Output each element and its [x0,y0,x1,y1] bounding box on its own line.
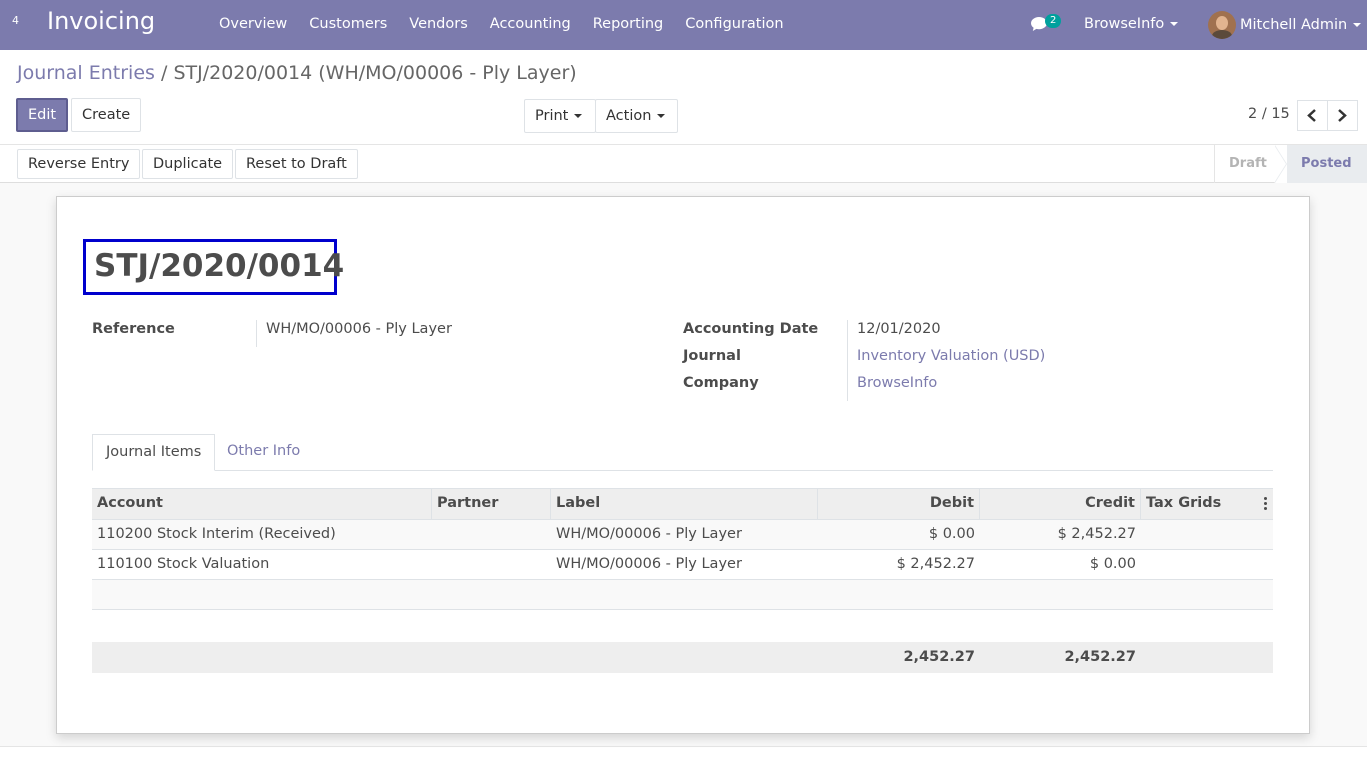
breadcrumb-journal-entries[interactable]: Journal Entries [17,62,155,84]
accounting-date-value: 12/01/2020 [857,321,941,337]
menu-customers[interactable]: Customers [298,0,398,50]
form-sheet: STJ/2020/0014 Reference WH/MO/00006 - Pl… [56,196,1310,734]
company-switcher-label: BrowseInfo [1084,16,1165,32]
chevron-down-icon [574,114,583,118]
row-debit: $ 2,452.27 [896,556,975,572]
column-tax-grids[interactable]: Tax Grids [1141,489,1273,520]
row-account: 110200 Stock Interim (Received) [97,526,336,542]
table-row[interactable]: 110100 Stock Valuation WH/MO/00006 - Ply… [92,550,1273,580]
menu-accounting[interactable]: Accounting [479,0,582,50]
row-label: WH/MO/00006 - Ply Layer [556,556,742,572]
reference-label: Reference [92,321,175,337]
total-credit: 2,452.27 [1064,649,1136,665]
app-brand[interactable]: Invoicing [47,7,155,35]
status-posted: Posted [1274,145,1367,183]
status-bar: Reverse Entry Duplicate Reset to Draft D… [0,144,1367,183]
chevron-down-icon [657,114,666,118]
create-button[interactable]: Create [71,98,142,132]
pager-previous-button[interactable] [1297,100,1328,131]
table-row[interactable]: 110200 Stock Interim (Received) WH/MO/00… [92,520,1273,550]
reset-to-draft-button[interactable]: Reset to Draft [235,149,358,179]
menu-configuration[interactable]: Configuration [674,0,794,50]
status-steps: Draft Posted [1214,145,1367,183]
print-button-label: Print [535,108,569,124]
apps-menu-icon[interactable]: 4 [12,14,19,27]
entry-name: STJ/2020/0014 [94,248,345,284]
row-account: 110100 Stock Valuation [97,556,270,572]
company-label: Company [683,375,759,391]
reverse-entry-button[interactable]: Reverse Entry [17,149,141,179]
menu-reporting[interactable]: Reporting [582,0,675,50]
company-switcher[interactable]: BrowseInfo [1084,0,1179,48]
breadcrumb-current: STJ/2020/0014 (WH/MO/00006 - Ply Layer) [173,62,577,84]
row-debit: $ 0.00 [928,526,975,542]
status-draft[interactable]: Draft [1229,145,1267,183]
accounting-date-label: Accounting Date [683,321,819,337]
journal-link[interactable]: Inventory Valuation (USD) [857,348,1045,364]
breadcrumb: Journal Entries / STJ/2020/0014 (WH/MO/0… [17,62,577,84]
action-button-label: Action [606,108,652,124]
pager-value[interactable]: 2 / 15 [1248,106,1290,122]
chevron-down-icon [1353,23,1362,27]
table-footer: 2,452.27 2,452.27 [92,642,1273,673]
company-link[interactable]: BrowseInfo [857,375,937,391]
entry-name-highlight: STJ/2020/0014 [83,239,344,295]
action-button[interactable]: Action [595,99,678,133]
row-label: WH/MO/00006 - Ply Layer [556,526,742,542]
total-debit: 2,452.27 [903,649,975,665]
column-account[interactable]: Account [92,489,432,520]
top-navbar: 4 Invoicing Overview Customers Vendors A… [0,0,1367,50]
row-credit: $ 0.00 [1089,556,1136,572]
column-label[interactable]: Label [551,489,818,520]
user-name: Mitchell Admin [1240,17,1348,33]
fields-divider [847,320,848,401]
menu-vendors[interactable]: Vendors [398,0,479,50]
chevron-down-icon [1170,22,1179,26]
row-credit: $ 2,452.27 [1057,526,1136,542]
column-options-icon[interactable] [1264,497,1268,511]
journal-label: Journal [683,348,741,364]
messaging-button[interactable]: 2 [1030,14,1066,35]
column-debit[interactable]: Debit [818,489,980,520]
print-button[interactable]: Print [524,99,596,133]
duplicate-button[interactable]: Duplicate [142,149,234,179]
breadcrumb-separator: / [160,62,168,84]
table-row-empty [92,610,1273,640]
pager-next-button[interactable] [1327,100,1358,131]
column-credit[interactable]: Credit [980,489,1141,520]
menu-overview[interactable]: Overview [208,0,298,50]
tab-journal-items[interactable]: Journal Items [92,434,216,471]
avatar [1208,11,1236,39]
table-header: Account Partner Label Debit Credit Tax G… [92,488,1273,521]
chevron-left-icon [1307,109,1316,122]
user-menu[interactable]: Mitchell Admin [1208,0,1362,50]
chevron-right-icon [1338,109,1347,122]
main-menu: Overview Customers Vendors Accounting Re… [208,0,795,50]
chat-count-badge: 2 [1045,14,1062,28]
column-partner[interactable]: Partner [432,489,551,520]
table-row-empty [92,580,1273,610]
reference-divider [256,320,257,347]
tab-other-info[interactable]: Other Info [214,434,313,471]
edit-button[interactable]: Edit [16,98,69,132]
reference-value: WH/MO/00006 - Ply Layer [266,321,452,337]
